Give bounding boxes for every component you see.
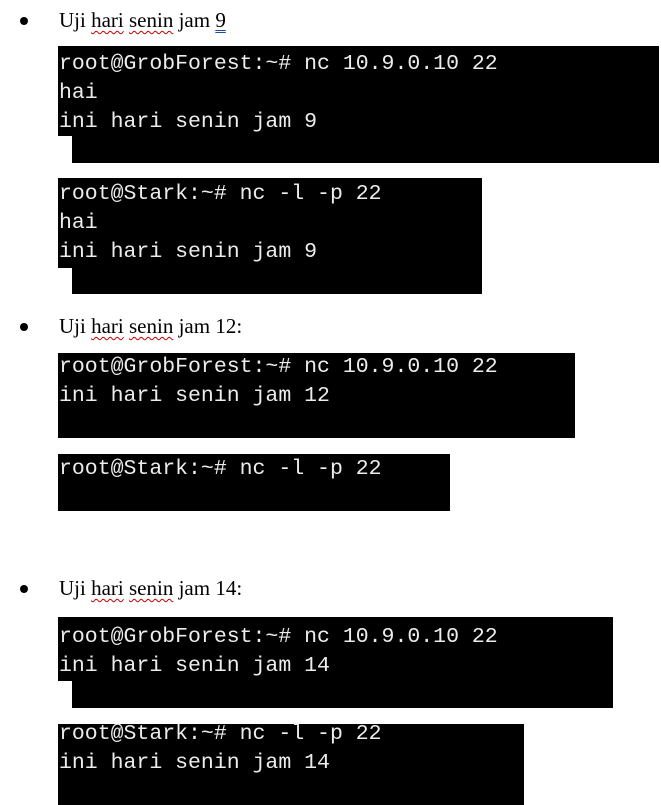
grammar-flagged-word: 9 xyxy=(215,8,226,32)
spellcheck-word: senin xyxy=(129,8,174,32)
terminal-line: root@GrobForest:~# nc 10.9.0.10 22 xyxy=(59,52,498,76)
list-item-text: Uji hari senin jam 14: xyxy=(59,576,243,600)
terminal-line: root@Stark:~# nc -l -p 22 xyxy=(59,182,382,206)
terminal-line: hai xyxy=(59,81,98,105)
list-item-text: Uji hari senin jam 9 xyxy=(59,8,226,32)
spellcheck-word: hari xyxy=(91,8,124,32)
bullet-icon xyxy=(20,585,28,593)
terminal-line: root@Stark:~# nc -l -p 22 xyxy=(59,457,382,481)
terminal-line: hai xyxy=(59,211,98,235)
terminal-line: ini hari senin jam 9 xyxy=(59,110,318,134)
terminal-line: ini hari senin jam 9 xyxy=(59,240,318,264)
spellcheck-word: senin xyxy=(129,576,174,600)
terminal-line: root@GrobForest:~# nc 10.9.0.10 22 xyxy=(59,355,498,379)
spellcheck-word: hari xyxy=(91,576,124,600)
terminal-line: root@Stark:~# nc -l -p 22 xyxy=(59,722,382,746)
terminal-line: ini hari senin jam 14 xyxy=(59,751,330,775)
terminal-line: ini hari senin jam 12 xyxy=(59,384,330,408)
terminal-line: ini hari senin jam 14 xyxy=(59,654,330,678)
spellcheck-word: senin xyxy=(129,314,174,338)
bullet-icon xyxy=(20,323,28,331)
spellcheck-word: hari xyxy=(91,314,124,338)
terminal-line: root@GrobForest:~# nc 10.9.0.10 22 xyxy=(59,625,498,649)
bullet-icon xyxy=(20,17,28,25)
list-item-text: Uji hari senin jam 12: xyxy=(59,314,243,338)
document-page: { "sections": [ { "bullet_prefix": "Uji … xyxy=(0,0,661,805)
